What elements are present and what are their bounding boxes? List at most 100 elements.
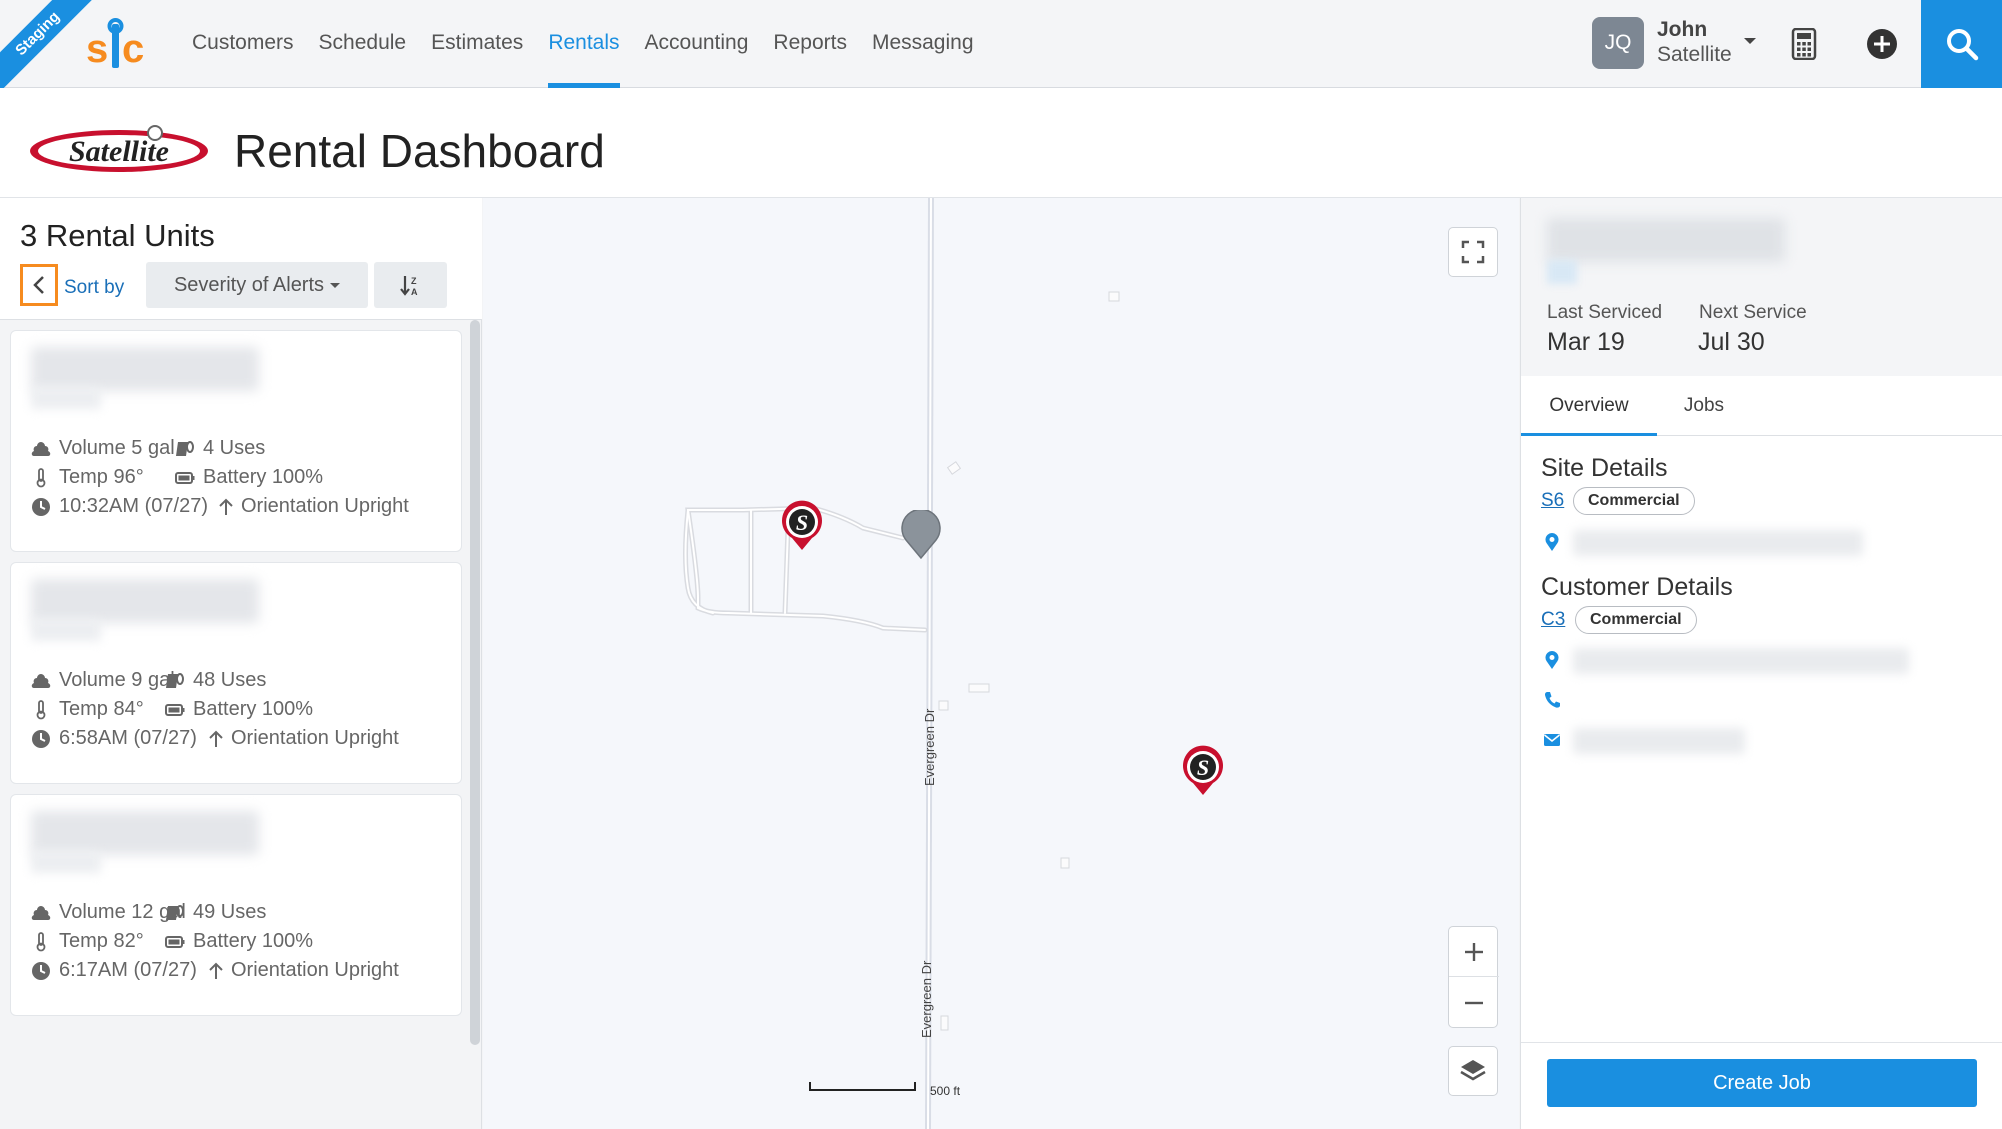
user-menu-caret-icon[interactable] xyxy=(1744,38,1756,44)
search-button[interactable] xyxy=(1921,0,2002,88)
caret-down-icon xyxy=(330,282,341,288)
satellite-logo-icon: Satellite xyxy=(30,125,208,172)
arrow-up-icon xyxy=(209,962,223,979)
search-icon xyxy=(1946,29,1978,61)
toilet-paper-icon xyxy=(166,672,184,688)
app-logo-icon[interactable]: s c xyxy=(86,18,150,72)
sort-direction-button[interactable]: Z A xyxy=(374,262,447,308)
create-job-button[interactable]: Create Job xyxy=(1547,1059,1977,1107)
fullscreen-button[interactable] xyxy=(1448,227,1498,277)
site-code-link[interactable]: S6 xyxy=(1541,490,1564,512)
volume-icon xyxy=(31,441,51,456)
map-scale-label: 500 ft xyxy=(930,1084,961,1098)
map-layers-button[interactable] xyxy=(1448,1046,1498,1096)
map-view[interactable]: Evergreen Dr Evergreen Dr 500 ft S S xyxy=(483,198,1519,1129)
unit-last-reading: 6:17AM (07/27) xyxy=(31,959,197,982)
user-first-name[interactable]: John xyxy=(1657,18,1707,42)
unit-detail-panel: Last Serviced Mar 19 Next Service Jul 30… xyxy=(1520,198,2002,1129)
sort-by-select[interactable]: Severity of Alerts xyxy=(146,262,368,308)
unit-volume: Volume 9 gal xyxy=(31,669,175,692)
collapse-panel-button[interactable] xyxy=(20,264,58,306)
nav-estimates[interactable]: Estimates xyxy=(431,0,523,88)
unit-uses: 4 Uses xyxy=(175,437,265,460)
customer-type-badge: Commercial xyxy=(1575,606,1697,634)
nav-customers[interactable]: Customers xyxy=(192,0,294,88)
fullscreen-icon xyxy=(1461,240,1485,264)
svg-text:c: c xyxy=(122,27,144,71)
unit-temp: Temp 84° xyxy=(31,698,144,721)
units-list: Volume 5 gal 4 Uses Temp 96° Battery 100… xyxy=(10,330,462,1026)
location-pin-icon[interactable] xyxy=(900,510,942,560)
unit-card[interactable]: Volume 12 gal 49 Uses Temp 82° Battery 1… xyxy=(10,794,462,1016)
unit-uses: 49 Uses xyxy=(165,901,266,924)
units-scrollbar[interactable] xyxy=(470,320,480,1045)
unit-orientation: Orientation Upright xyxy=(209,727,399,750)
chevron-left-icon xyxy=(33,276,44,294)
svg-text:A: A xyxy=(411,287,418,296)
unit-card[interactable]: Volume 5 gal 4 Uses Temp 96° Battery 100… xyxy=(10,330,462,552)
plus-icon xyxy=(1465,942,1483,961)
calculator-icon[interactable] xyxy=(1790,28,1818,60)
svg-text:Z: Z xyxy=(411,276,417,286)
unit-battery: Battery 100% xyxy=(165,930,313,953)
unit-card[interactable]: Volume 9 gal 48 Uses Temp 84° Battery 10… xyxy=(10,562,462,784)
unit-detail-name-redacted xyxy=(1547,218,1785,262)
nav-schedule[interactable]: Schedule xyxy=(319,0,407,88)
zoom-in-button[interactable] xyxy=(1449,927,1499,977)
user-last-name[interactable]: Satellite xyxy=(1657,43,1732,67)
battery-icon xyxy=(165,703,185,716)
unit-orientation: Orientation Upright xyxy=(219,495,409,518)
map-tiles xyxy=(683,198,1120,1129)
layers-icon xyxy=(1460,1060,1486,1081)
last-serviced-value: Mar 19 xyxy=(1547,328,1625,356)
arrow-up-icon xyxy=(209,730,223,747)
nav-rentals[interactable]: Rentals xyxy=(548,0,620,88)
thermometer-icon xyxy=(36,931,46,951)
clock-icon xyxy=(32,729,50,748)
nav-reports[interactable]: Reports xyxy=(773,0,847,88)
tab-jobs[interactable]: Jobs xyxy=(1661,376,1747,436)
customer-email-redacted xyxy=(1573,728,1745,754)
battery-icon xyxy=(165,935,185,948)
unit-last-reading: 6:58AM (07/27) xyxy=(31,727,197,750)
sort-descending-icon: Z A xyxy=(399,276,418,296)
unit-orientation: Orientation Upright xyxy=(209,959,399,982)
last-serviced-label: Last Serviced xyxy=(1547,302,1663,323)
clock-icon xyxy=(32,497,50,516)
unit-temp: Temp 96° xyxy=(31,466,144,489)
sort-by-value: Severity of Alerts xyxy=(173,273,325,296)
unit-detail-header: Last Serviced Mar 19 Next Service Jul 30 xyxy=(1521,198,2002,376)
toilet-paper-icon xyxy=(166,904,184,920)
detail-tabs: Overview Jobs xyxy=(1521,376,2002,436)
add-icon[interactable] xyxy=(1866,28,1898,60)
volume-icon xyxy=(31,905,51,920)
svg-text:S: S xyxy=(796,510,808,535)
customer-code-link[interactable]: C3 xyxy=(1541,609,1565,631)
zoom-out-button[interactable] xyxy=(1449,978,1499,1028)
thermometer-icon xyxy=(36,467,46,487)
next-service-value: Jul 30 xyxy=(1698,328,1765,356)
unit-name-redacted xyxy=(31,347,259,391)
nav-accounting[interactable]: Accounting xyxy=(645,0,749,88)
battery-icon xyxy=(175,471,195,484)
minus-icon xyxy=(1465,1001,1483,1005)
unit-detail-subtitle-redacted xyxy=(1547,260,1577,284)
zoom-controls xyxy=(1448,926,1499,1028)
unit-volume: Volume 5 gal xyxy=(31,437,175,460)
sort-by-label: Sort by xyxy=(64,277,125,298)
page-header: Satellite Rental Dashboard xyxy=(0,88,2002,198)
svg-text:s: s xyxy=(86,27,108,71)
avatar[interactable]: JQ xyxy=(1592,17,1644,69)
road-label: Evergreen Dr xyxy=(919,960,934,1038)
unit-name-redacted xyxy=(31,579,259,623)
unit-subtitle-redacted xyxy=(31,619,101,641)
unit-uses: 48 Uses xyxy=(165,669,266,692)
nav-messaging[interactable]: Messaging xyxy=(872,0,974,88)
tab-overview[interactable]: Overview xyxy=(1521,376,1657,436)
rental-unit-marker-icon[interactable]: S xyxy=(780,500,824,552)
svg-text:S: S xyxy=(1197,755,1209,780)
road-label: Evergreen Dr xyxy=(922,708,937,786)
top-nav: Staging s c Customers Schedule Estimates… xyxy=(0,0,2002,101)
arrow-up-icon xyxy=(219,498,233,515)
rental-unit-marker-icon[interactable]: S xyxy=(1181,745,1225,797)
